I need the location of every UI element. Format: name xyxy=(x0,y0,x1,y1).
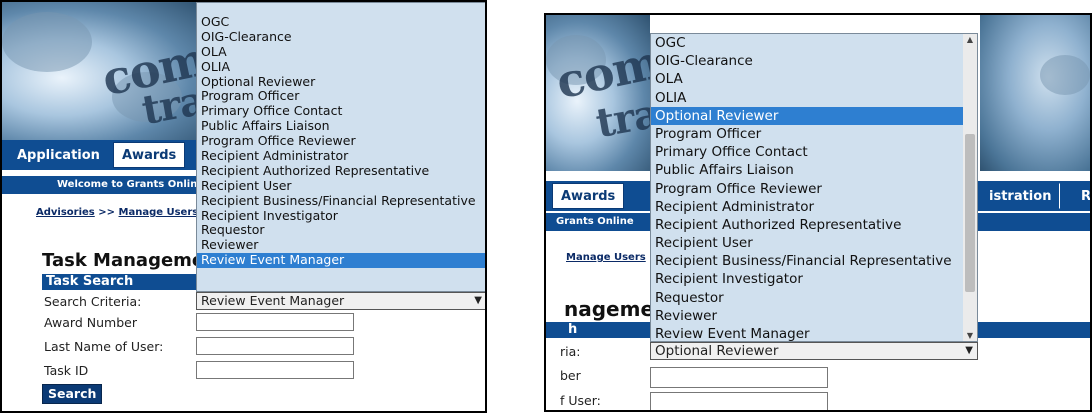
role-dropdown-list[interactable]: OGC OIG-Clearance OLA OLIA Optional Reviewer… xyxy=(650,33,978,342)
dropdown-option[interactable]: Recipient Business/Financial Representat… xyxy=(197,193,485,209)
tab-application[interactable]: Application xyxy=(8,142,109,168)
breadcrumb: Manage Users > xyxy=(566,252,658,263)
dropdown-option[interactable]: Primary Office Contact xyxy=(197,103,485,119)
banner-word: tra xyxy=(592,89,650,148)
task-search-header: Task Search xyxy=(42,274,202,290)
search-criteria-label: Search Criteria: xyxy=(44,294,142,309)
page-title: Task Manageme xyxy=(42,250,205,271)
dropdown-option[interactable]: Program Office Reviewer xyxy=(651,180,977,198)
top-nav-bar: Application Awards xyxy=(2,140,202,170)
dropdown-option[interactable]: Recipient Business/Financial Representat… xyxy=(651,252,977,270)
dropdown-option[interactable]: Recipient Authorized Representative xyxy=(197,163,485,179)
tab-r[interactable]: R xyxy=(1072,183,1090,209)
dropdown-option[interactable]: Public Affairs Liaison xyxy=(197,118,485,134)
task-search-title: Task Search xyxy=(46,274,134,289)
dropdown-option[interactable]: Program Officer xyxy=(197,89,485,104)
dropdown-option[interactable]: Optional Reviewer xyxy=(197,74,485,90)
dropdown-option[interactable]: Review Event Manager xyxy=(651,325,977,341)
tab-administration[interactable]: istration xyxy=(980,183,1061,209)
right-screenshot-panel: com tra Awards istration R Grants Online… xyxy=(544,13,1092,412)
dropdown-option[interactable]: Public Affairs Liaison xyxy=(651,161,977,179)
dropdown-option[interactable]: Requestor xyxy=(651,289,977,307)
dropdown-option[interactable]: Recipient Administrator xyxy=(651,198,977,216)
tab-awards[interactable]: Awards xyxy=(113,142,186,168)
dropdown-option[interactable]: Recipient Administrator xyxy=(197,148,485,164)
breadcrumb: Advisories >> Manage Users > xyxy=(36,207,210,218)
banner-image: com tra xyxy=(546,15,650,171)
last-name-input[interactable] xyxy=(650,392,828,410)
breadcrumb-manage-users-link[interactable]: Manage Users xyxy=(566,252,646,263)
dropdown-option[interactable]: Program Office Reviewer xyxy=(197,133,485,149)
banner-image-right xyxy=(980,15,1090,171)
dropdown-option[interactable]: OLIA xyxy=(651,89,977,107)
dropdown-option[interactable]: Recipient Authorized Representative xyxy=(651,216,977,234)
dropdown-option[interactable]: OLIA xyxy=(197,59,485,75)
dropdown-option[interactable]: Optional Reviewer xyxy=(651,106,977,125)
task-id-label: Task ID xyxy=(44,363,89,378)
left-screenshot-panel: com tra Application Awards Welcome to Gr… xyxy=(0,0,487,413)
select-value: Optional Reviewer xyxy=(655,343,779,359)
breadcrumb-advisories-link[interactable]: Advisories xyxy=(36,207,95,218)
search-criteria-select[interactable]: Optional Reviewer ▼ xyxy=(650,342,978,360)
breadcrumb-separator: >> xyxy=(98,207,116,218)
last-name-label: f User: xyxy=(560,393,601,408)
last-name-input[interactable] xyxy=(196,337,354,355)
award-number-input[interactable] xyxy=(650,367,828,388)
banner-word: tra xyxy=(138,76,202,135)
award-number-label: Award Number xyxy=(44,315,137,330)
dropdown-option[interactable]: OGC xyxy=(197,14,485,30)
dropdown-option[interactable]: Reviewer xyxy=(197,237,485,253)
dropdown-option[interactable]: Recipient Investigator xyxy=(197,208,485,224)
role-dropdown-list[interactable]: OGC OIG-Clearance OLA OLIA Optional Reviewer… xyxy=(196,2,485,292)
search-criteria-select[interactable]: Review Event Manager ▼ xyxy=(196,292,485,310)
page-title: nageme xyxy=(564,297,655,321)
search-button[interactable]: Search xyxy=(42,384,103,404)
dropdown-option[interactable]: Recipient User xyxy=(651,234,977,252)
dropdown-option[interactable]: Primary Office Contact xyxy=(651,143,977,161)
chevron-down-icon[interactable]: ▼ xyxy=(474,293,482,309)
scroll-down-arrow-icon[interactable]: ▼ xyxy=(963,331,977,340)
tab-awards[interactable]: Awards xyxy=(552,183,625,209)
task-search-title: h xyxy=(568,322,578,337)
welcome-text: Grants Online xyxy=(556,216,634,227)
dropdown-option[interactable]: OIG-Clearance xyxy=(197,29,485,45)
search-criteria-label: ria: xyxy=(560,344,581,359)
dropdown-option[interactable]: Requestor xyxy=(197,223,485,238)
dropdown-option[interactable]: OLA xyxy=(651,70,977,88)
dropdown-option[interactable]: Program Officer xyxy=(651,125,977,143)
scroll-up-arrow-icon[interactable]: ▲ xyxy=(963,35,977,44)
dropdown-option[interactable]: Review Event Manager xyxy=(197,252,485,269)
welcome-text: Welcome to Grants Online xyxy=(57,179,202,190)
dropdown-option[interactable]: Recipient Investigator xyxy=(651,270,977,288)
dropdown-scrollbar[interactable]: ▲ ▼ xyxy=(963,34,977,341)
dropdown-option[interactable]: Recipient User xyxy=(197,178,485,194)
scrollbar-thumb[interactable] xyxy=(965,134,975,292)
chevron-down-icon[interactable]: ▼ xyxy=(965,343,973,359)
banner-image: com tra xyxy=(2,2,202,140)
last-name-label: Last Name of User: xyxy=(44,339,164,354)
breadcrumb-manage-users-link[interactable]: Manage Users xyxy=(119,207,199,218)
award-number-label: ber xyxy=(560,368,581,383)
dropdown-option[interactable]: Reviewer xyxy=(651,307,977,325)
dropdown-option[interactable]: OLA xyxy=(197,44,485,60)
dropdown-option[interactable]: OGC xyxy=(651,34,977,52)
dropdown-option[interactable]: OIG-Clearance xyxy=(651,52,977,70)
award-number-input[interactable] xyxy=(196,313,354,331)
select-value: Review Event Manager xyxy=(201,293,345,308)
welcome-bar: Welcome to Grants Online xyxy=(2,176,202,194)
task-id-input[interactable] xyxy=(196,361,354,379)
